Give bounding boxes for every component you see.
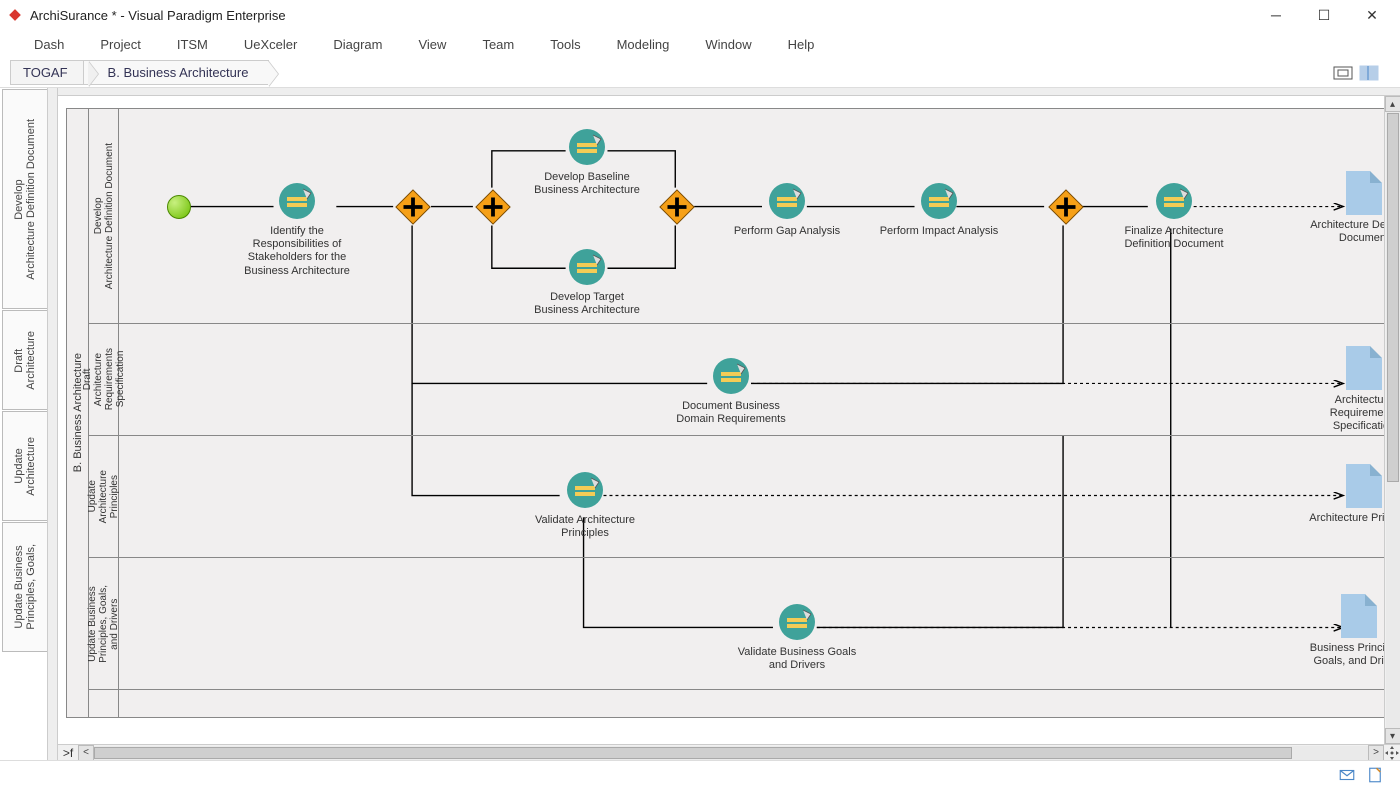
lane-2-header[interactable]: Draft Architecture Requirements Specific… [89, 324, 119, 435]
lane-5-header[interactable] [89, 690, 119, 717]
menu-help[interactable]: Help [770, 33, 833, 56]
note-icon[interactable] [1366, 766, 1384, 784]
minimize-button[interactable]: ─ [1256, 1, 1296, 29]
outer-tab-4[interactable]: Update Business Principles, Goals, [2, 522, 47, 652]
scroll-up-button[interactable]: ▴ [1385, 96, 1400, 112]
lane-4-header[interactable]: Update Business Principles, Goals, and D… [89, 558, 119, 689]
gateway-merge-1[interactable] [658, 188, 696, 226]
ruler-vertical [48, 88, 58, 760]
titlebar: ArchiSurance * - Visual Paradigm Enterpr… [0, 0, 1400, 30]
scroll-down-button[interactable]: ▾ [1385, 728, 1400, 744]
pan-handle-icon[interactable] [1384, 745, 1400, 761]
fit-window-icon[interactable] [1332, 64, 1354, 82]
tab-left-indicator: >f [58, 746, 78, 760]
activity-validate-goals[interactable]: Validate Business Goals and Drivers [737, 602, 857, 672]
menu-uexceler[interactable]: UeXceler [226, 33, 315, 56]
vscroll-thumb[interactable] [1387, 113, 1399, 482]
menubar: Dash Project ITSM UeXceler Diagram View … [0, 30, 1400, 58]
gateway-merge-2[interactable] [1047, 188, 1085, 226]
gateway-split-2[interactable] [474, 188, 512, 226]
activity-validate-principles[interactable]: Validate Architecture Principles [525, 470, 645, 540]
gateway-split-1[interactable] [394, 188, 432, 226]
outer-tab-3[interactable]: Update Architecture [2, 411, 47, 521]
menu-diagram[interactable]: Diagram [315, 33, 400, 56]
menu-project[interactable]: Project [82, 33, 158, 56]
menu-view[interactable]: View [400, 33, 464, 56]
close-button[interactable]: ✕ [1352, 1, 1392, 29]
lane-1[interactable]: Develop Architecture Definition Document [89, 109, 1400, 324]
lane-3[interactable]: Update Architecture Principles [89, 436, 1400, 558]
window-title: ArchiSurance * - Visual Paradigm Enterpr… [30, 8, 286, 23]
lane-5[interactable] [89, 690, 1400, 717]
diagram-canvas[interactable]: B. Business Architecture Develop Archite… [58, 96, 1400, 744]
outer-tab-1[interactable]: Develop Architecture Definition Document [2, 89, 47, 309]
statusbar [0, 760, 1400, 788]
pool-header[interactable]: B. Business Architecture [67, 109, 89, 717]
activity-impact-analysis[interactable]: Perform Impact Analysis [879, 181, 999, 238]
maximize-button[interactable]: ☐ [1304, 1, 1344, 29]
scroll-right-button[interactable]: > [1368, 745, 1384, 761]
menu-itsm[interactable]: ITSM [159, 33, 226, 56]
menu-tools[interactable]: Tools [532, 33, 598, 56]
menu-dash[interactable]: Dash [16, 33, 82, 56]
outer-tabs: Develop Architecture Definition Document… [0, 88, 48, 760]
horizontal-scrollbar[interactable]: >f < > [58, 744, 1400, 760]
canvas-wrap: B. Business Architecture Develop Archite… [58, 88, 1400, 760]
menu-modeling[interactable]: Modeling [599, 33, 688, 56]
outer-tab-2[interactable]: Draft Architecture [2, 310, 47, 410]
lane-2[interactable]: Draft Architecture Requirements Specific… [89, 324, 1400, 436]
activity-identify-stakeholders[interactable]: Identify the Responsibilities of Stakeho… [237, 181, 357, 278]
ruler-horizontal [58, 88, 1400, 96]
main-area: Develop Architecture Definition Document… [0, 88, 1400, 760]
activity-finalize[interactable]: Finalize Architecture Definition Documen… [1114, 181, 1234, 251]
lane-1-header[interactable]: Develop Architecture Definition Document [89, 109, 119, 323]
breadcrumb-current[interactable]: B. Business Architecture [83, 60, 270, 85]
activity-document-requirements[interactable]: Document Business Domain Requirements [671, 356, 791, 426]
activity-baseline[interactable]: Develop Baseline Business Architecture [527, 127, 647, 197]
panel-layout-icon[interactable] [1358, 64, 1380, 82]
menu-team[interactable]: Team [464, 33, 532, 56]
lane-3-header[interactable]: Update Architecture Principles [89, 436, 119, 557]
scroll-thumb[interactable] [94, 747, 1292, 759]
start-event[interactable] [167, 195, 191, 219]
mail-icon[interactable] [1338, 766, 1356, 784]
lane-4[interactable]: Update Business Principles, Goals, and D… [89, 558, 1400, 690]
app-logo [8, 8, 22, 22]
bpmn-pool[interactable]: B. Business Architecture Develop Archite… [66, 108, 1400, 718]
vertical-scrollbar[interactable]: ▴ ▾ [1384, 96, 1400, 744]
menu-window[interactable]: Window [687, 33, 769, 56]
scroll-track[interactable] [94, 746, 1368, 760]
scroll-left-button[interactable]: < [78, 745, 94, 761]
vscroll-track[interactable] [1386, 112, 1400, 728]
breadcrumb: TOGAF B. Business Architecture [0, 58, 1400, 88]
activity-gap-analysis[interactable]: Perform Gap Analysis [727, 181, 847, 238]
breadcrumb-root[interactable]: TOGAF [10, 60, 89, 85]
activity-target[interactable]: Develop Target Business Architecture [527, 247, 647, 317]
